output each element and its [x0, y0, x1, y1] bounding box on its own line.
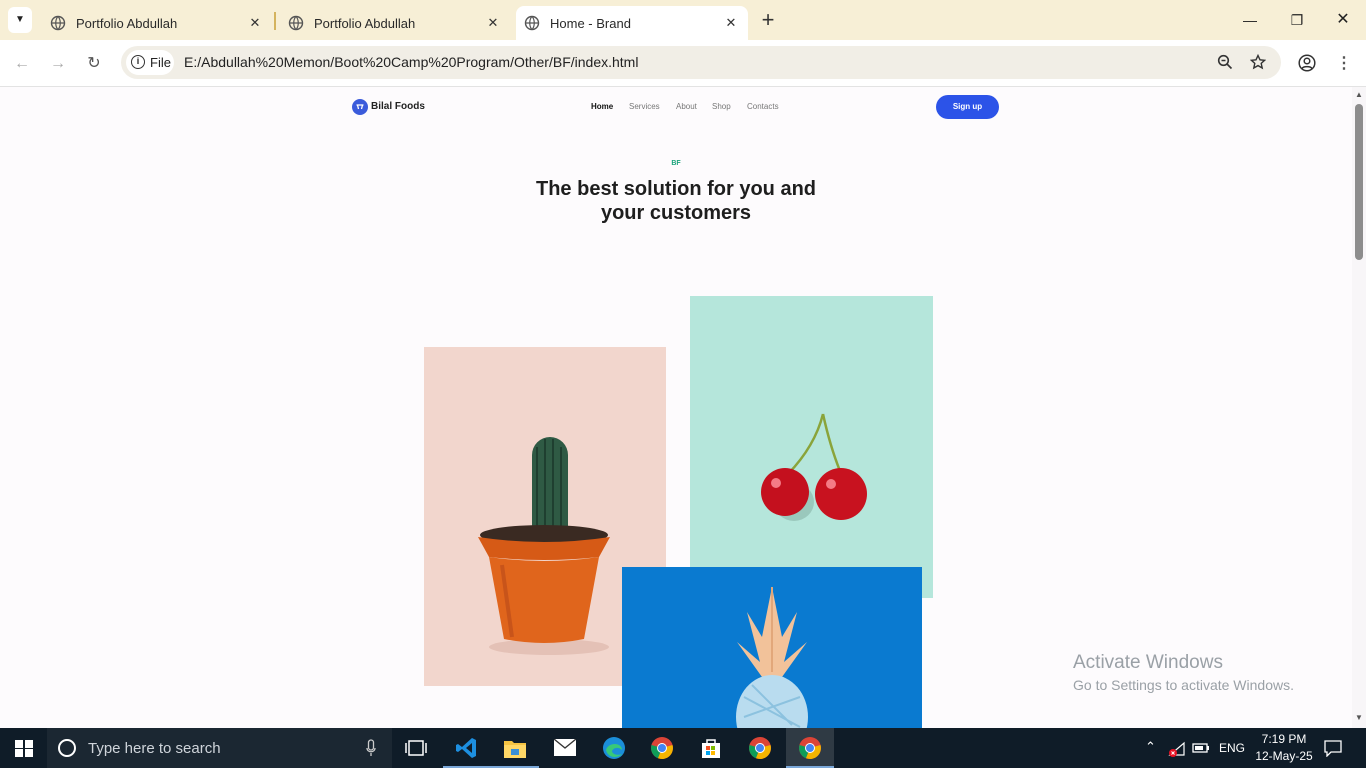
scheme-label: File	[150, 55, 171, 70]
tab-title: Portfolio Abdullah	[76, 15, 178, 31]
search-circle-icon	[58, 739, 76, 757]
clock-date: 12-May-25	[1255, 749, 1313, 763]
clock-time: 7:19 PM	[1261, 732, 1307, 746]
search-placeholder: Type here to search	[88, 740, 221, 757]
windows-start-icon[interactable]	[15, 740, 33, 757]
chrome-active-taskbar-icon[interactable]	[786, 728, 834, 768]
globe-icon	[524, 15, 540, 31]
signup-button[interactable]: Sign up	[936, 95, 999, 119]
tab-title: Portfolio Abdullah	[314, 15, 416, 31]
scroll-up-arrow[interactable]: ▲	[1355, 90, 1363, 99]
headline-line-2: your customers	[600, 202, 752, 224]
tab-home-brand[interactable]: Home - Brand ✕	[516, 6, 748, 40]
restore-button[interactable]: ❐	[1283, 8, 1311, 32]
minimize-button[interactable]: —	[1236, 8, 1264, 32]
windows-taskbar: Type here to search ⌃ ENG 7:19 PM 12-May…	[0, 728, 1366, 768]
url-text[interactable]: E:/Abdullah%20Memon/Boot%20Camp%20Progra…	[184, 54, 638, 70]
activate-windows-subtitle: Go to Settings to activate Windows.	[1073, 677, 1294, 693]
page-scrollbar[interactable]: ▲ ▼	[1352, 87, 1366, 728]
language-indicator[interactable]: ENG	[1219, 741, 1245, 755]
task-view-icon[interactable]	[405, 739, 427, 757]
cherry-photo	[690, 296, 933, 598]
taskbar-search-box[interactable]: Type here to search	[47, 728, 392, 768]
address-bar[interactable]: i File E:/Abdullah%20Memon/Boot%20Camp%2…	[121, 46, 1281, 79]
profile-icon[interactable]	[1298, 54, 1316, 72]
tab-search-button[interactable]: ▼	[8, 7, 32, 33]
scrollbar-thumb[interactable]	[1355, 104, 1363, 260]
close-tab-icon[interactable]: ✕	[484, 14, 502, 32]
headline-line-1: The best solution for you and	[536, 178, 816, 200]
web-page: Bilal Foods Home Services About Shop Con…	[0, 87, 1352, 728]
nav-services[interactable]: Services	[629, 102, 660, 111]
menu-kebab-icon[interactable]: ⋮	[1332, 52, 1356, 76]
bookmark-star-icon[interactable]	[1250, 54, 1266, 70]
microphone-icon[interactable]	[366, 739, 376, 757]
scroll-down-arrow[interactable]: ▼	[1355, 713, 1363, 722]
brand-logo[interactable]	[352, 99, 368, 115]
vscode-taskbar-icon[interactable]	[443, 728, 491, 768]
page-headline: The best solution for you and your custo…	[476, 177, 876, 225]
back-button[interactable]: ←	[10, 52, 34, 76]
new-tab-button[interactable]: +	[758, 8, 778, 32]
tab-strip: ▼ Portfolio Abdullah ✕ Portfolio Abdulla…	[0, 0, 1366, 40]
chrome-taskbar-icon[interactable]	[638, 728, 686, 768]
globe-icon	[288, 15, 304, 31]
eyebrow-text: BF	[671, 160, 681, 167]
tab-portfolio-2[interactable]: Portfolio Abdullah ✕	[278, 6, 510, 40]
tab-portfolio-1[interactable]: Portfolio Abdullah ✕	[40, 6, 272, 40]
globe-icon	[50, 15, 66, 31]
reload-button[interactable]: ↻	[82, 52, 106, 76]
activate-windows-title: Activate Windows	[1073, 652, 1223, 673]
edge-taskbar-icon[interactable]	[590, 728, 638, 768]
pineapple-photo	[622, 567, 922, 728]
store-taskbar-icon[interactable]	[687, 728, 735, 768]
notification-icon[interactable]	[1324, 740, 1342, 757]
nav-home[interactable]: Home	[591, 102, 613, 111]
nav-shop[interactable]: Shop	[712, 102, 731, 111]
brand-name[interactable]: Bilal Foods	[371, 101, 425, 112]
logo-icon	[356, 104, 364, 110]
zoom-icon[interactable]	[1217, 54, 1233, 70]
close-tab-icon[interactable]: ✕	[722, 14, 740, 32]
show-hidden-icons-chevron-icon[interactable]: ⌃	[1145, 739, 1156, 755]
tab-separator	[274, 12, 276, 30]
tab-title: Home - Brand	[550, 15, 631, 31]
browser-toolbar: ← → ↻ i File E:/Abdullah%20Memon/Boot%20…	[0, 40, 1366, 87]
file-explorer-taskbar-icon[interactable]	[491, 728, 539, 768]
close-tab-icon[interactable]: ✕	[246, 14, 264, 32]
network-warning-icon[interactable]	[1168, 741, 1186, 757]
mail-taskbar-icon[interactable]	[541, 728, 589, 768]
nav-contacts[interactable]: Contacts	[747, 102, 779, 111]
chrome-profile-taskbar-icon[interactable]	[736, 728, 784, 768]
site-info-chip[interactable]: i File	[126, 50, 174, 75]
battery-icon[interactable]	[1192, 741, 1210, 755]
close-window-button[interactable]: ✕	[1329, 8, 1357, 32]
info-icon: i	[131, 55, 145, 69]
forward-button[interactable]: →	[46, 52, 70, 76]
clock[interactable]: 7:19 PM 12-May-25	[1252, 731, 1316, 765]
nav-about[interactable]: About	[676, 102, 697, 111]
